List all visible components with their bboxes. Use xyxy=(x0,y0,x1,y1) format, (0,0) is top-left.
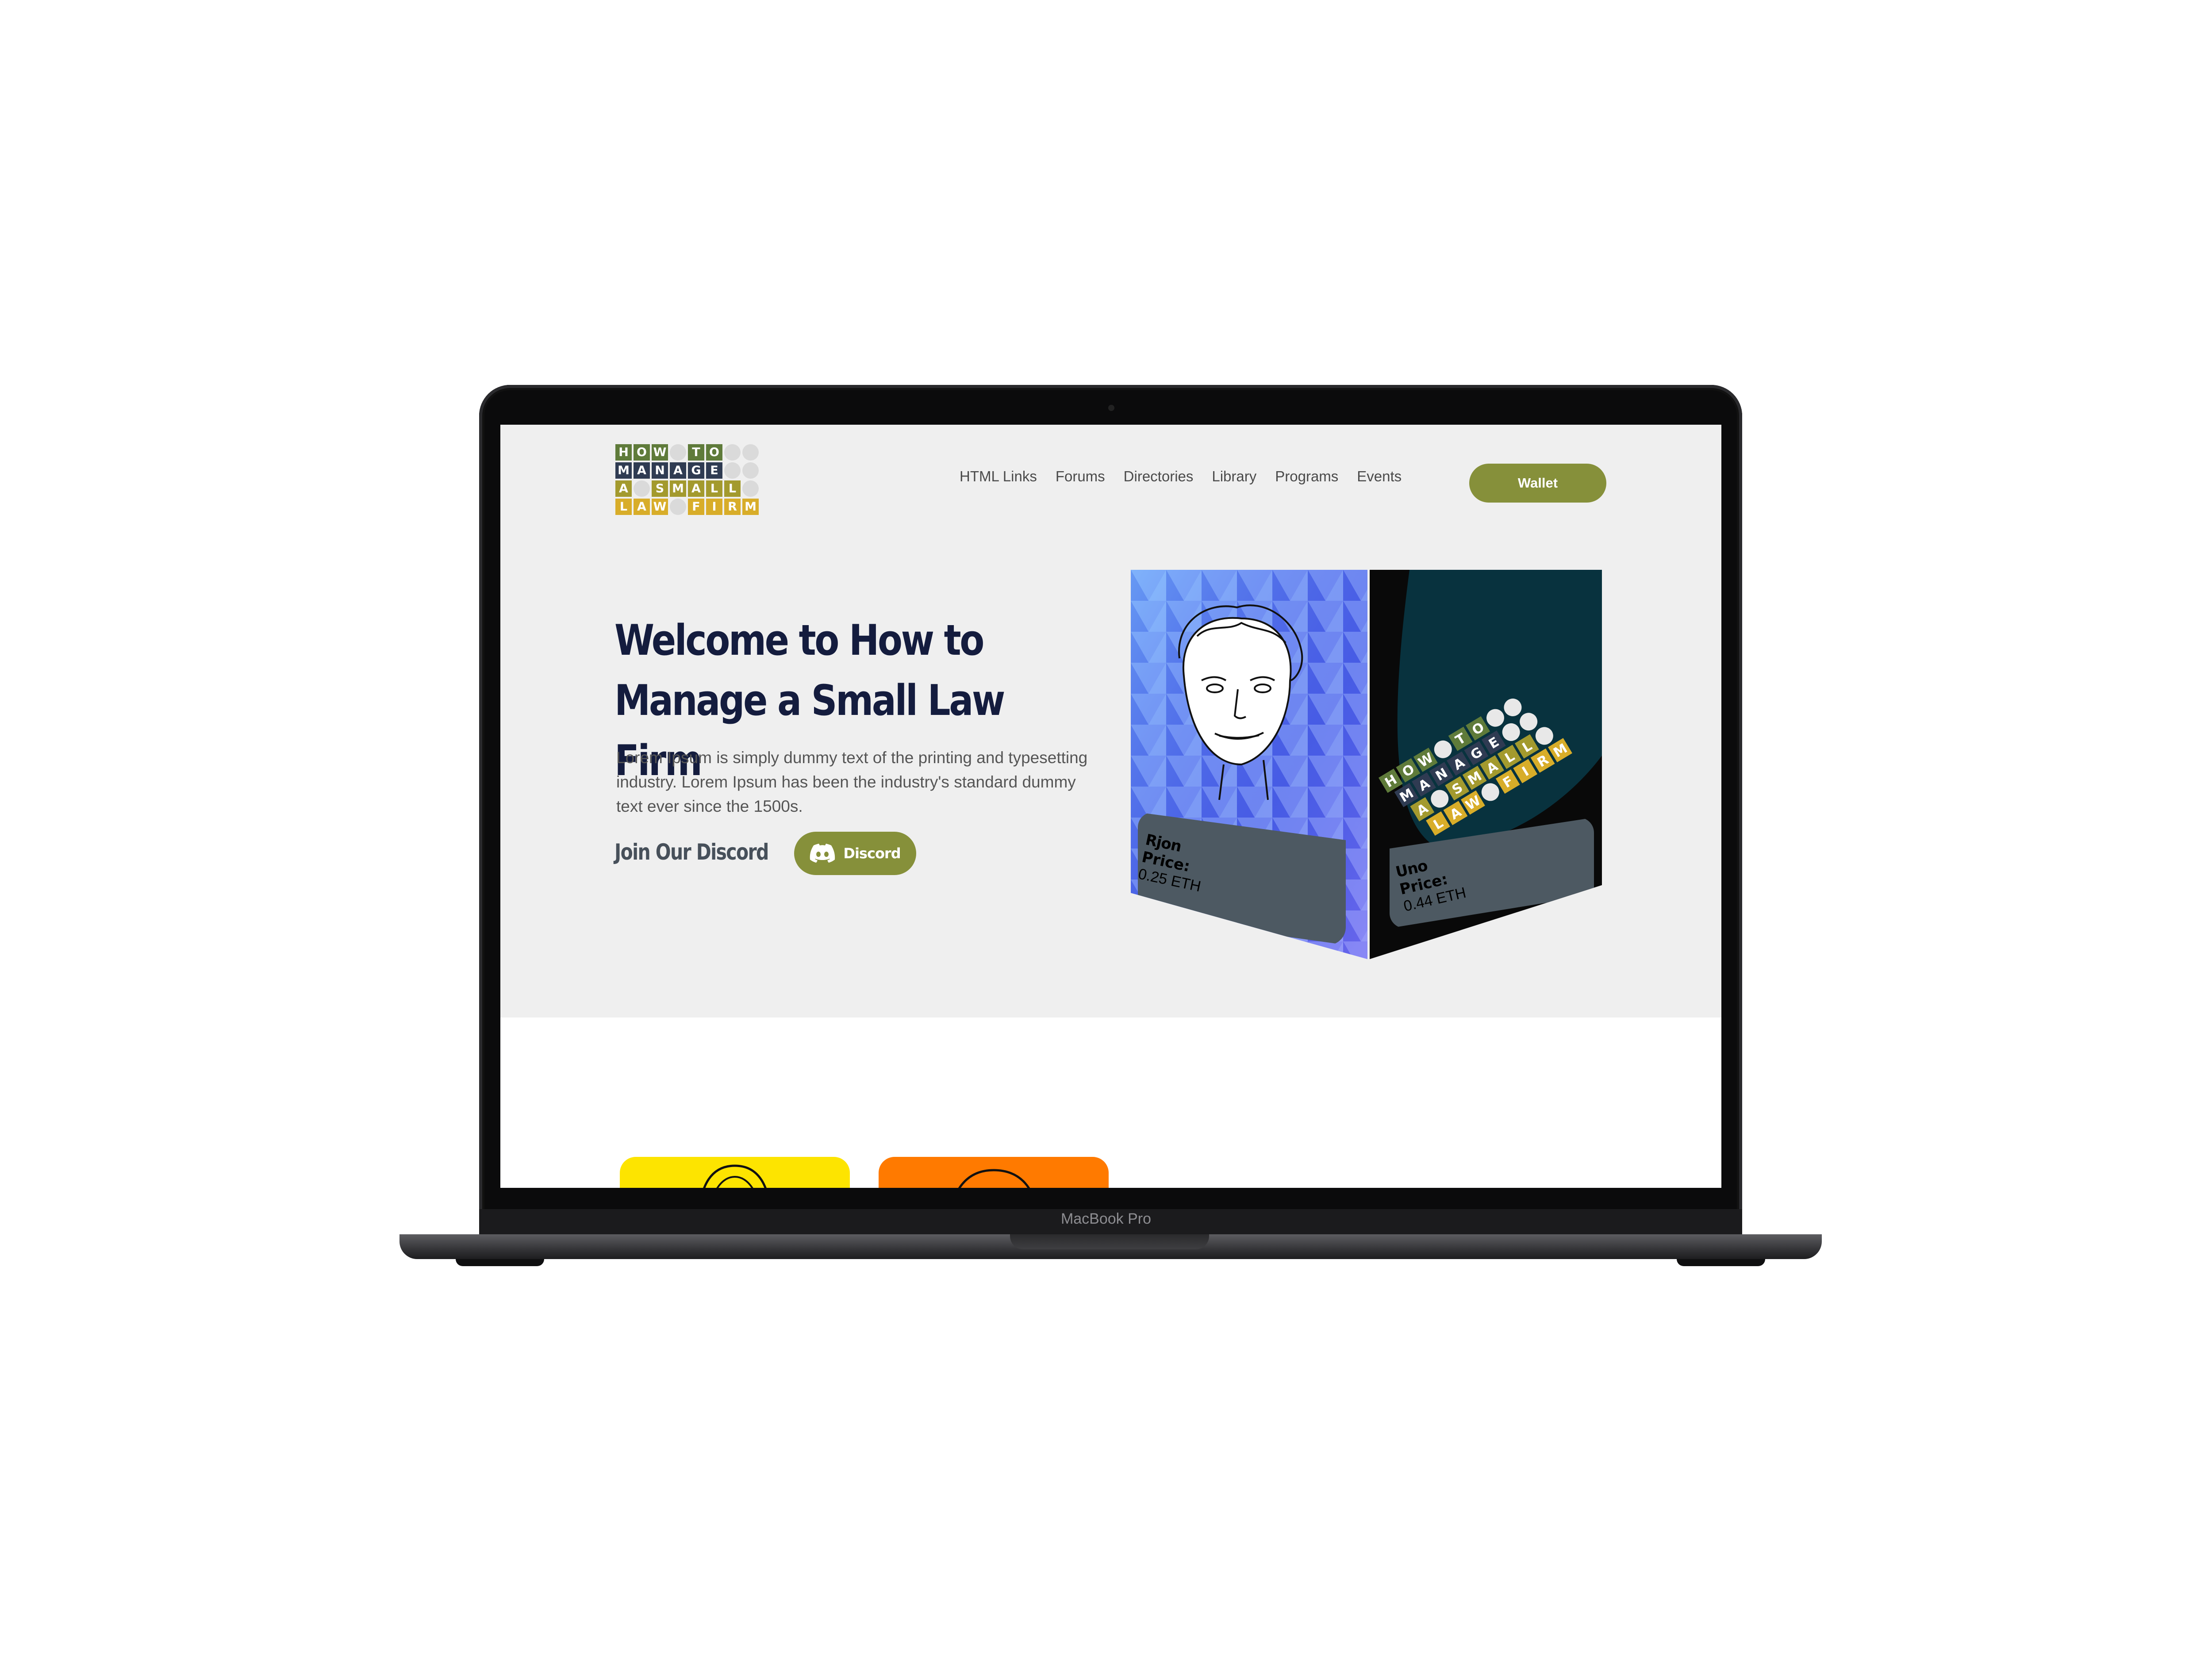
logo-letter-tile: M xyxy=(670,480,686,497)
discord-button[interactable]: Discord xyxy=(794,832,916,875)
logo-dot-tile xyxy=(634,480,650,497)
logo-letter-tile: W xyxy=(652,499,668,515)
logo-dot-tile xyxy=(742,462,759,479)
laptop-hinge-notch xyxy=(1010,1234,1209,1249)
logo-dot-tile xyxy=(670,444,686,461)
logo-dot-tile xyxy=(724,444,741,461)
logo-letter-tile: O xyxy=(706,444,722,461)
nav-link-html-links[interactable]: HTML Links xyxy=(960,468,1037,485)
hero-description: Lorem Ipsum is simply dummy text of the … xyxy=(616,749,1088,815)
logo-letter-tile: L xyxy=(706,480,722,497)
laptop-foot xyxy=(456,1259,544,1266)
logo-row: HOWTO xyxy=(615,444,759,461)
nav-link-events[interactable]: Events xyxy=(1357,468,1402,485)
logo-row: ASMALL xyxy=(615,480,759,497)
portrait-sketch xyxy=(958,1169,1030,1188)
logo-letter-tile: I xyxy=(706,499,722,515)
portrait-sketch xyxy=(703,1164,767,1188)
logo-letter-tile: R xyxy=(724,499,741,515)
laptop-foot xyxy=(1677,1259,1765,1266)
logo-letter-tile: O xyxy=(634,444,650,461)
logo-row: MANAGE xyxy=(615,462,759,479)
discord-button-label: Discord xyxy=(843,845,901,862)
logo-dot-tile xyxy=(742,480,759,497)
wallet-button[interactable]: Wallet xyxy=(1469,464,1606,503)
nft-card-rjon[interactable]: Rjon Price: 0.25 ETH xyxy=(1131,570,1367,959)
camera xyxy=(1108,405,1114,411)
hero-title-line-1: Welcome to How to xyxy=(614,616,984,665)
hero-section: HOWTOMANAGEASMALLLAWFIRM HTML Links Foru… xyxy=(500,425,1721,1018)
nav-link-library[interactable]: Library xyxy=(1212,468,1256,485)
laptop-model-label: MacBook Pro xyxy=(1060,1210,1152,1227)
nav-link-directories[interactable]: Directories xyxy=(1124,468,1194,485)
logo-letter-tile: F xyxy=(688,499,704,515)
logo-letter-tile: A xyxy=(615,480,632,497)
nav-link-forums[interactable]: Forums xyxy=(1056,468,1105,485)
team-card-orange[interactable] xyxy=(879,1157,1109,1188)
logo-letter-tile: M xyxy=(742,499,759,515)
discord-prompt: Join Our Discord xyxy=(614,839,769,865)
logo-letter-tile: S xyxy=(652,480,668,497)
logo-letter-tile: L xyxy=(724,480,741,497)
logo-letter-tile: A xyxy=(670,462,686,479)
nft-card-uno[interactable]: HOWTOMANAGEASMALLLAWFIRM Uno Price: 0.44… xyxy=(1370,570,1602,959)
logo-letter-tile: E xyxy=(706,462,722,479)
logo-letter-tile: A xyxy=(634,499,650,515)
logo-letter-tile: H xyxy=(615,444,632,461)
logo-letter-tile: A xyxy=(634,462,650,479)
logo-letter-tile: T xyxy=(688,444,704,461)
site-logo[interactable]: HOWTOMANAGEASMALLLAWFIRM xyxy=(615,444,759,517)
team-card-yellow[interactable] xyxy=(620,1157,850,1188)
logo-letter-tile: A xyxy=(688,480,704,497)
nav-link-programs[interactable]: Programs xyxy=(1275,468,1338,485)
main-nav: HTML Links Forums Directories Library Pr… xyxy=(960,468,1420,485)
logo-letter-tile: M xyxy=(615,462,632,479)
logo-row: LAW FIRM xyxy=(615,499,759,515)
browser-viewport: HOWTOMANAGEASMALLLAWFIRM HTML Links Foru… xyxy=(500,425,1721,1188)
logo-letter-tile: N xyxy=(652,462,668,479)
logo-letter-tile: W xyxy=(652,444,668,461)
logo-dot-tile xyxy=(724,462,741,479)
logo-letter-tile: L xyxy=(615,499,632,515)
discord-icon xyxy=(810,844,835,863)
logo-letter-tile: G xyxy=(688,462,704,479)
logo-dot-tile xyxy=(670,499,686,515)
logo-dot-tile xyxy=(742,444,759,461)
